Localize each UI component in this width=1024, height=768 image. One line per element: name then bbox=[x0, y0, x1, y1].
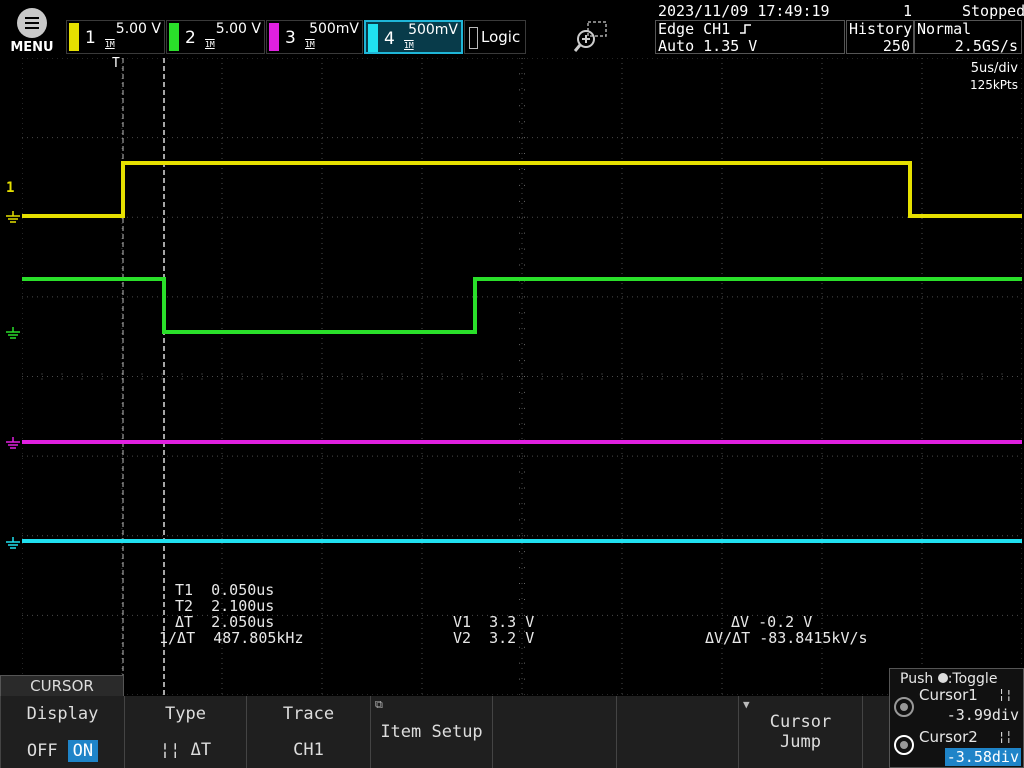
cursor2-value[interactable]: -3.58div bbox=[944, 748, 1021, 766]
menu-button[interactable]: MENU bbox=[4, 6, 60, 56]
cursor-type-icon: ¦¦ bbox=[159, 740, 191, 760]
channel-2-scale: 5.00 V bbox=[215, 21, 261, 37]
channel-4-scale: 500mV bbox=[408, 22, 458, 38]
empty-softkey-6[interactable] bbox=[616, 696, 738, 768]
cursor-jump-line1: Cursor bbox=[769, 712, 832, 732]
item-setup-label: Item Setup bbox=[380, 722, 483, 742]
cursor2-knob-icon bbox=[894, 735, 914, 755]
display-label: Display bbox=[26, 704, 99, 724]
trace-label: Trace bbox=[282, 704, 335, 724]
type-value: ΔT bbox=[190, 740, 212, 760]
trigger-mode-level: Auto 1.35 V bbox=[658, 37, 758, 55]
item-setup-softkey[interactable]: ⧉ Item Setup bbox=[370, 696, 492, 768]
type-label: Type bbox=[165, 704, 206, 724]
logic-label: Logic bbox=[481, 28, 521, 46]
channel-4-number: 4 bbox=[384, 29, 395, 49]
channel-1-ground-icon bbox=[6, 211, 20, 223]
popup-icon: ⧉ bbox=[375, 698, 383, 711]
trigger-level-marker: 1 bbox=[6, 180, 15, 196]
channel-4-ground-icon bbox=[6, 537, 20, 549]
sample-rate: 2.5GS/s bbox=[954, 37, 1018, 55]
history-value: 250 bbox=[882, 37, 910, 55]
delta-v-readout: ΔV -0.2 V bbox=[731, 613, 813, 631]
channel-4-swatch bbox=[368, 24, 378, 52]
dropdown-arrow-icon: ▼ bbox=[743, 698, 750, 711]
trace-value: CH1 bbox=[293, 740, 324, 760]
channel-3-swatch bbox=[269, 23, 279, 51]
cursor2-indicator-icon: ¦╎ bbox=[998, 730, 1013, 744]
cursor1-knob-icon bbox=[894, 697, 914, 717]
channel-3-scale: 500mV bbox=[309, 21, 359, 37]
channel-1-swatch bbox=[69, 23, 79, 51]
acquisition-count: 1 bbox=[903, 2, 913, 20]
history-label: History bbox=[849, 20, 913, 38]
logic-indicator-icon bbox=[469, 27, 478, 49]
trigger-position-marker: T bbox=[112, 56, 120, 71]
cursor-jump-softkey[interactable]: ▼ Cursor Jump bbox=[738, 696, 862, 768]
push-toggle-hint: Push :Toggle bbox=[900, 671, 998, 687]
waveform-display[interactable] bbox=[22, 58, 1022, 695]
knob-push-icon bbox=[937, 673, 948, 683]
display-softkey[interactable]: Display OFF ON bbox=[0, 696, 124, 768]
trigger-box[interactable]: Edge CH1 Auto 1.35 V bbox=[655, 20, 845, 55]
t2-readout: T2 2.100us bbox=[175, 597, 275, 615]
zoom-icon[interactable] bbox=[573, 20, 610, 54]
channel-1-coupling: 1M bbox=[105, 40, 115, 49]
delta-t-readout: ΔT 2.050us bbox=[175, 613, 275, 631]
channel-2-ground-icon bbox=[6, 327, 20, 339]
cursor1-label: Cursor1 bbox=[919, 686, 978, 704]
channel-3-ground-icon bbox=[6, 437, 20, 449]
acquisition-mode: Normal bbox=[917, 20, 972, 38]
channel-3-number: 3 bbox=[285, 28, 296, 48]
history-box[interactable]: History 250 bbox=[846, 20, 914, 55]
cursor-knob-panel[interactable]: Push :Toggle Cursor1 ╎¦ -3.99div Cursor2… bbox=[889, 668, 1024, 768]
timebase-div: 5us/div bbox=[970, 61, 1018, 76]
type-softkey[interactable]: Type ¦¦ ΔT bbox=[124, 696, 246, 768]
cursor-jump-line2: Jump bbox=[780, 732, 821, 752]
empty-softkey-5[interactable] bbox=[492, 696, 616, 768]
acquisition-box[interactable]: Normal 2.5GS/s bbox=[914, 20, 1022, 55]
channel-3-box[interactable]: 3 1M 500mV bbox=[266, 20, 363, 54]
channel-2-coupling: 1M bbox=[205, 40, 215, 49]
display-off-option: OFF bbox=[26, 741, 58, 761]
channel-1-box[interactable]: 1 1M 5.00 V bbox=[66, 20, 165, 54]
menu-icon bbox=[17, 8, 47, 38]
trigger-source: Edge CH1 bbox=[658, 21, 753, 38]
menu-label: MENU bbox=[10, 40, 54, 55]
cursor1-value[interactable]: -3.99div bbox=[947, 707, 1019, 723]
cursor2-label: Cursor2 bbox=[919, 728, 978, 746]
inverse-delta-t-readout: 1/ΔT 487.805kHz bbox=[159, 629, 304, 647]
record-length: 125kPts bbox=[969, 78, 1018, 92]
channel-1-scale: 5.00 V bbox=[115, 21, 161, 37]
softkey-spacer bbox=[862, 696, 889, 768]
display-on-option: ON bbox=[67, 740, 99, 762]
channel-2-number: 2 bbox=[185, 28, 196, 48]
v1-readout: V1 3.3 V bbox=[453, 613, 535, 631]
delta-v-over-delta-t-readout: ΔV/ΔT -83.8415kV/s bbox=[705, 629, 868, 647]
run-state: Stopped bbox=[962, 2, 1024, 20]
channel-1-number: 1 bbox=[85, 28, 96, 48]
v2-readout: V2 3.2 V bbox=[453, 629, 535, 647]
logic-box[interactable]: Logic bbox=[464, 20, 526, 54]
trace-softkey[interactable]: Trace CH1 bbox=[246, 696, 370, 768]
channel-4-coupling: 1M bbox=[404, 41, 414, 50]
datetime: 2023/11/09 17:49:19 bbox=[658, 2, 830, 20]
channel-3-coupling: 1M bbox=[305, 40, 315, 49]
channel-4-box[interactable]: 4 1M 500mV bbox=[364, 20, 463, 54]
cursor1-indicator-icon: ╎¦ bbox=[998, 688, 1013, 702]
channel-2-box[interactable]: 2 1M 5.00 V bbox=[166, 20, 265, 54]
rising-edge-icon bbox=[740, 24, 752, 34]
channel-2-swatch bbox=[169, 23, 179, 51]
t1-readout: T1 0.050us bbox=[175, 581, 275, 599]
cursor-menu-title: CURSOR bbox=[0, 675, 124, 697]
